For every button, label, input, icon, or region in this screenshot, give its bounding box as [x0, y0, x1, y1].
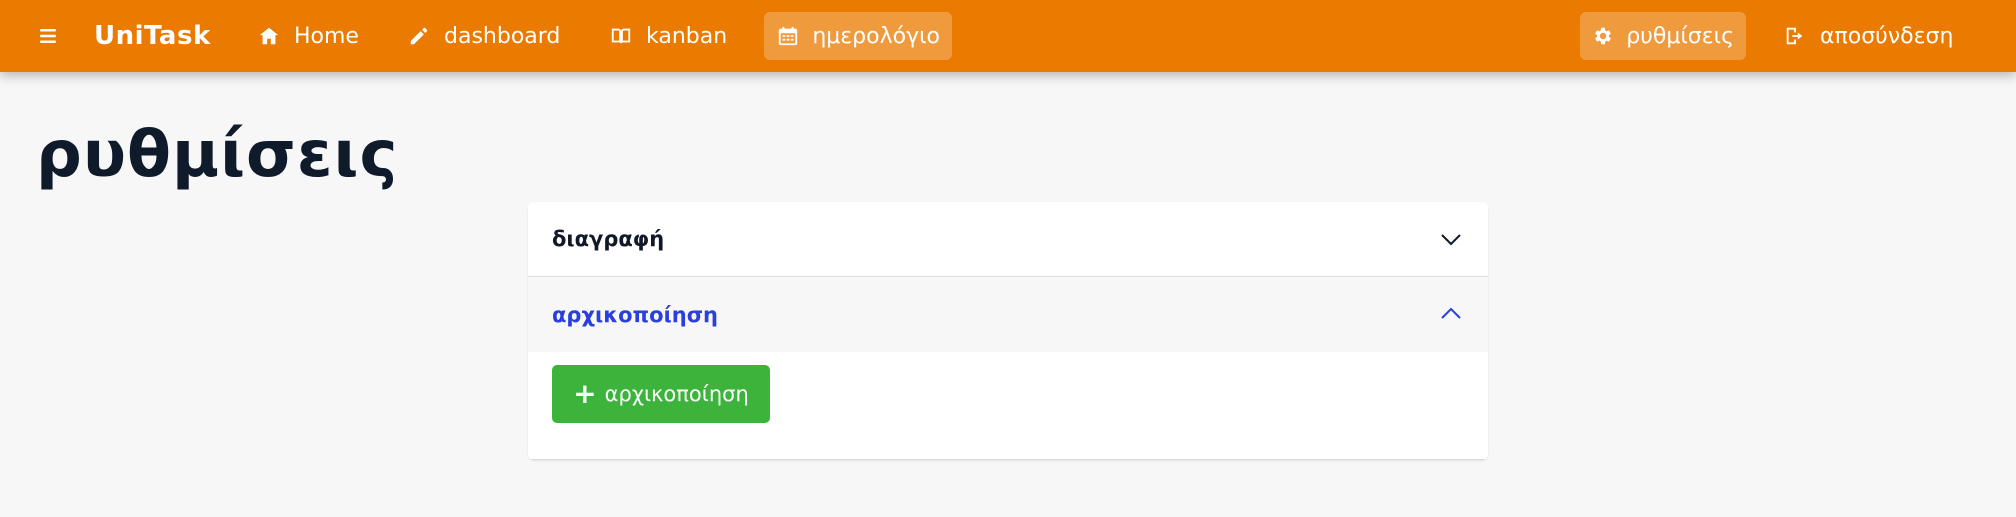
logout-icon: [1782, 23, 1808, 49]
plus-icon: +: [573, 377, 597, 410]
nav-item-calendar[interactable]: ημερολόγιο: [764, 12, 952, 60]
settings-accordion: διαγραφή αρχικοποίηση + αρχικοποίηση: [528, 202, 1488, 460]
accordion-label: αρχικοποίηση: [552, 302, 719, 327]
nav-item-dashboard[interactable]: dashboard: [394, 12, 572, 60]
accordion-header-delete[interactable]: διαγραφή: [528, 202, 1488, 277]
nav-item-label: dashboard: [444, 23, 561, 49]
accordion-label: διαγραφή: [552, 227, 665, 251]
home-icon: [256, 23, 282, 49]
accordion-header-initialize[interactable]: αρχικοποίηση: [528, 277, 1488, 352]
initialize-button-label: αρχικοποίηση: [604, 382, 749, 406]
brand-logo[interactable]: UniTask: [94, 16, 211, 56]
nav-item-label: kanban: [646, 23, 728, 49]
hamburger-icon: [40, 29, 56, 43]
calendar-icon: [776, 23, 800, 49]
nav-item-label: αποσύνδεση: [1820, 23, 1954, 49]
gear-icon: [1592, 23, 1614, 49]
nav-item-kanban[interactable]: kanban: [596, 12, 739, 60]
nav-item-home[interactable]: Home: [244, 12, 371, 60]
nav-item-label: Home: [294, 23, 359, 49]
book-icon: [608, 23, 634, 49]
chevron-up-icon: [1438, 301, 1464, 327]
nav-item-label: ρυθμίσεις: [1626, 23, 1734, 49]
initialize-button[interactable]: + αρχικοποίηση: [552, 365, 770, 423]
pencil-icon: [406, 23, 432, 49]
page-title: ρυθμίσεις: [36, 118, 399, 192]
nav-item-logout[interactable]: αποσύνδεση: [1770, 12, 1965, 60]
accordion-body-initialize: + αρχικοποίηση: [528, 352, 1488, 460]
nav-item-settings[interactable]: ρυθμίσεις: [1580, 12, 1746, 60]
menu-toggle-button[interactable]: [34, 22, 62, 50]
top-navbar: UniTask Home dashboard kanban ημερολόγιο…: [0, 0, 2016, 72]
chevron-down-icon: [1438, 226, 1464, 252]
nav-item-label: ημερολόγιο: [812, 23, 940, 49]
